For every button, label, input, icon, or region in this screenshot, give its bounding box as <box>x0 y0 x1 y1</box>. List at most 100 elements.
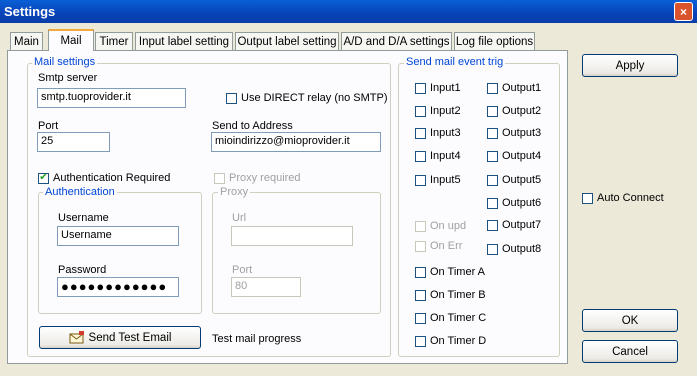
input2-label: Input2 <box>430 105 461 117</box>
input1-checkbox[interactable]: Input1 <box>415 81 461 95</box>
input3-checkbox[interactable]: Input3 <box>415 126 461 140</box>
mail-send-icon <box>69 330 84 343</box>
proxy-url-input[interactable] <box>231 226 353 246</box>
send-to-address-input[interactable]: mioindirizzo@mioprovider.it <box>211 132 381 152</box>
test-mail-progress-label: Test mail progress <box>212 333 302 345</box>
tab-input-label-setting[interactable]: Input label setting <box>135 32 233 50</box>
authentication-required-label: Authentication Required <box>53 172 171 184</box>
auto-connect-checkbox[interactable]: Auto Connect <box>582 191 664 205</box>
checkbox-box <box>487 174 498 186</box>
output7-checkbox[interactable]: Output7 <box>487 218 541 232</box>
checkbox-box <box>415 240 426 252</box>
input2-checkbox[interactable]: Input2 <box>415 104 461 118</box>
output4-label: Output4 <box>502 150 542 162</box>
password-input[interactable]: ●●●●●●●●●●●● <box>57 277 179 297</box>
proxy-port-label: Port <box>232 264 253 276</box>
output4-checkbox[interactable]: Output4 <box>487 149 541 163</box>
input4-label: Input4 <box>430 150 461 162</box>
checkbox-box <box>415 312 426 324</box>
output2-checkbox[interactable]: Output2 <box>487 104 541 118</box>
apply-button[interactable]: Apply <box>582 54 678 77</box>
authentication-required-checkbox[interactable]: ✔ Authentication Required <box>38 171 170 185</box>
send-test-email-button[interactable]: Send Test Email <box>39 326 201 349</box>
on-timer-b-label: On Timer B <box>430 289 486 301</box>
authentication-label: Authentication <box>43 186 117 198</box>
output8-label: Output8 <box>502 243 542 255</box>
mail-settings-label: Mail settings <box>32 56 98 68</box>
on-timer-d-label: On Timer D <box>430 335 487 347</box>
output7-label: Output7 <box>502 219 542 231</box>
checkbox-box <box>415 150 426 162</box>
input1-label: Input1 <box>430 82 461 94</box>
checkbox-box <box>415 105 426 117</box>
close-icon: × <box>679 4 687 19</box>
tab-ad-da-settings[interactable]: A/D and D/A settings <box>341 32 452 50</box>
password-label: Password <box>58 264 107 276</box>
input4-checkbox[interactable]: Input4 <box>415 149 461 163</box>
checkbox-box <box>487 150 498 162</box>
cancel-label: Cancel <box>612 345 648 358</box>
output3-checkbox[interactable]: Output3 <box>487 126 541 140</box>
cancel-button[interactable]: Cancel <box>582 340 678 363</box>
ok-label: OK <box>621 314 639 327</box>
output3-label: Output3 <box>502 127 542 139</box>
checkbox-box <box>415 220 426 232</box>
checkbox-box <box>487 105 498 117</box>
port-label: Port <box>38 120 59 132</box>
input5-checkbox[interactable]: Input5 <box>415 173 461 187</box>
checkbox-box <box>415 127 426 139</box>
tab-output-label-setting[interactable]: Output label setting <box>235 32 339 50</box>
proxy-port-input[interactable]: 80 <box>231 277 301 297</box>
input3-label: Input3 <box>430 127 461 139</box>
proxy-url-label: Url <box>232 212 247 224</box>
tab-label: Timer <box>99 35 129 48</box>
on-timer-d-checkbox[interactable]: On Timer D <box>415 334 486 348</box>
window-title: Settings <box>4 4 56 19</box>
output8-checkbox[interactable]: Output8 <box>487 242 541 256</box>
checkbox-box <box>415 266 426 278</box>
proxy-required-checkbox[interactable]: Proxy required <box>214 171 301 185</box>
checkbox-box <box>487 127 498 139</box>
tab-label: Output label setting <box>237 35 337 48</box>
on-err-checkbox[interactable]: On Err <box>415 239 462 253</box>
smtp-server-label: Smtp server <box>38 72 98 84</box>
output6-checkbox[interactable]: Output6 <box>487 196 541 210</box>
checkbox-box <box>487 197 498 209</box>
tab-log-file-options[interactable]: Log file options <box>454 32 535 50</box>
checkbox-box <box>487 82 498 94</box>
tab-label: Mail <box>60 35 82 47</box>
tab-main[interactable]: Main <box>10 32 43 50</box>
port-input[interactable]: 25 <box>37 132 110 152</box>
proxy-required-label: Proxy required <box>229 172 301 184</box>
output6-label: Output6 <box>502 197 542 209</box>
proxy-label: Proxy <box>218 186 251 198</box>
username-input[interactable]: Username <box>57 226 179 246</box>
on-timer-b-checkbox[interactable]: On Timer B <box>415 288 486 302</box>
ok-button[interactable]: OK <box>582 309 678 332</box>
smtp-server-input[interactable]: smtp.tuoprovider.it <box>37 88 186 108</box>
checkbox-box <box>415 335 426 347</box>
output2-label: Output2 <box>502 105 542 117</box>
username-label: Username <box>58 212 109 224</box>
output1-checkbox[interactable]: Output1 <box>487 81 541 95</box>
tab-label: A/D and D/A settings <box>343 35 450 48</box>
output1-label: Output1 <box>502 82 542 94</box>
on-upd-checkbox[interactable]: On upd <box>415 219 466 233</box>
check-icon: ✔ <box>38 172 49 184</box>
close-button[interactable]: × <box>674 2 693 21</box>
checkbox-box <box>487 243 498 255</box>
output5-checkbox[interactable]: Output5 <box>487 173 541 187</box>
send-mail-event-trig-label: Send mail event trig <box>404 56 506 68</box>
checkbox-box <box>415 289 426 301</box>
output5-label: Output5 <box>502 174 542 186</box>
auto-connect-label: Auto Connect <box>597 192 664 204</box>
checkbox-box <box>415 174 426 186</box>
title-bar[interactable]: Settings × <box>0 0 697 23</box>
on-timer-c-checkbox[interactable]: On Timer C <box>415 311 486 325</box>
tab-mail[interactable]: Mail <box>48 29 94 51</box>
tab-timer[interactable]: Timer <box>95 32 133 50</box>
checkbox-box <box>226 92 237 104</box>
on-timer-a-label: On Timer A <box>430 266 486 278</box>
on-timer-a-checkbox[interactable]: On Timer A <box>415 265 485 279</box>
direct-relay-checkbox[interactable]: Use DIRECT relay (no SMTP) <box>226 91 388 105</box>
